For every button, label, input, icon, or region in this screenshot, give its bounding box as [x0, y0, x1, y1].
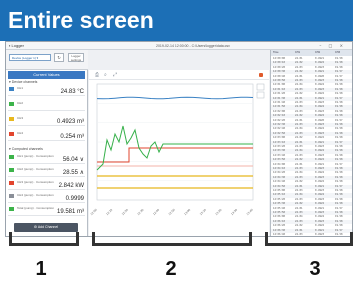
- channel-row[interactable]: CH1 (pump) · Consumption 56.04 ∨: [8, 154, 85, 164]
- channel-color-swatch: [9, 102, 14, 106]
- app-name: ▪ Logger: [9, 43, 24, 48]
- trend-chart[interactable]: 12:00 12:10 12:20 12:30 12:40 12:50 13:00 13:10…: [89, 80, 269, 237]
- channel-row[interactable]: Total (pump) · Consumption 19.581 m³: [8, 206, 85, 216]
- channel-color-swatch: [9, 87, 14, 91]
- window-controls[interactable]: – □ ×: [319, 42, 346, 50]
- channel-row[interactable]: CH1 24.83 °C: [8, 86, 85, 96]
- channel-name: CH2 (pump) · Consumption: [17, 167, 54, 171]
- callout-number: 1: [35, 258, 47, 280]
- x-tick-label: 12:40: [152, 208, 160, 216]
- print-icon[interactable]: ⎙: [95, 72, 99, 78]
- top-toolbar: Device (Logger 1) ▾ ↻ Logger settings: [6, 50, 88, 70]
- callout-number: 3: [309, 258, 321, 280]
- bracket-chart: [92, 232, 252, 246]
- row-divider: [8, 163, 85, 164]
- group-device-channels[interactable]: ▾ Device channels: [9, 80, 37, 85]
- channel-color-swatch: [9, 168, 14, 172]
- x-tick-label: 12:50: [168, 208, 176, 216]
- channel-color-swatch: [9, 181, 14, 185]
- channel-color-swatch: [9, 194, 14, 198]
- col-header[interactable]: Time: [273, 50, 278, 56]
- record-icon[interactable]: [259, 73, 263, 77]
- x-tick-label: 13:00: [183, 208, 191, 216]
- refresh-icon[interactable]: ↻: [54, 53, 64, 62]
- bracket-table: [265, 232, 353, 246]
- channel-color-swatch: [9, 117, 14, 121]
- channel-name: CH4 (pump) · Consumption: [17, 193, 54, 197]
- channel-color-swatch: [9, 207, 14, 211]
- banner-title: Entire screen: [8, 7, 154, 33]
- window-titlebar: ▪ Logger 2019-02-14 12:00:00 - C:\Users\…: [6, 42, 352, 50]
- row-divider: [8, 110, 85, 111]
- channel-name: CH1: [17, 86, 24, 90]
- data-table: Time CH1 CH2 CH3 12:00:00 24.81 0.4921 19.5…: [270, 50, 352, 236]
- search-icon[interactable]: ⌕: [104, 72, 107, 78]
- x-tick-label: 12:00: [90, 208, 98, 216]
- channel-name: CH2: [17, 101, 24, 105]
- row-divider: [8, 176, 85, 177]
- x-tick-label: 13:20: [214, 208, 222, 216]
- x-tick-label: 13:10: [199, 208, 207, 216]
- add-channel-button[interactable]: ⚙ Add Channel: [14, 223, 78, 232]
- col-header[interactable]: CH2: [315, 50, 320, 56]
- row-divider: [8, 189, 85, 190]
- x-tick-label: 12:10: [105, 208, 113, 216]
- callout-number: 2: [165, 258, 177, 280]
- row-divider: [8, 202, 85, 203]
- chart-panel: ⎙ ⌕ ⤢ 12:00 12:10 12:20 12:30 12:40 12:50 13:0…: [89, 70, 269, 237]
- app-screenshot: ▪ Logger 2019-02-14 12:00:00 - C:\Users\…: [5, 41, 353, 237]
- row-divider: [8, 140, 85, 141]
- channel-name: Total (pump) · Consumption: [17, 206, 55, 210]
- zoom-in-button: [256, 83, 265, 91]
- channel-row[interactable]: CH3 0.4923 m³: [8, 116, 85, 126]
- channel-row[interactable]: CH2 (pump) · Consumption 28.55 ∧: [8, 167, 85, 177]
- col-header[interactable]: CH3: [335, 50, 340, 56]
- window-title: 2019-02-14 12:00:00 - C:\Users\logger\da…: [156, 44, 230, 48]
- row-divider: [8, 215, 85, 216]
- chart-toolbar: ⎙ ⌕ ⤢: [89, 70, 269, 80]
- expand-icon[interactable]: ⤢: [113, 72, 117, 78]
- sidebar-header: Current Values: [8, 71, 85, 79]
- channel-color-swatch: [9, 132, 14, 136]
- channel-color-swatch: [9, 155, 14, 159]
- channel-name: CH3 (pump) · Consumption: [17, 180, 54, 184]
- settings-button[interactable]: Logger settings: [68, 53, 84, 62]
- channel-sidebar: Current Values ▾ Device channels CH1 24.8…: [6, 70, 88, 236]
- x-tick-label: 13:40: [246, 208, 254, 216]
- col-header[interactable]: CH1: [295, 50, 300, 56]
- x-tick-label: 12:30: [136, 208, 144, 216]
- channel-name: CH4: [17, 131, 24, 135]
- row-divider: [8, 125, 85, 126]
- row-divider: [8, 95, 85, 96]
- bracket-sidebar: [9, 232, 79, 246]
- group-computed-channels[interactable]: ▾ Computed channels: [9, 147, 43, 152]
- channel-row[interactable]: CH3 (pump) · Consumption 2.842 kW: [8, 180, 85, 190]
- channel-row[interactable]: CH4 0.254 m³: [8, 131, 85, 141]
- table-header: Time CH1 CH2 CH3: [271, 50, 352, 56]
- header-banner: Entire screen: [0, 0, 353, 41]
- channel-name: CH1 (pump) · Consumption: [17, 154, 54, 158]
- channel-name: CH3: [17, 116, 24, 120]
- channel-row[interactable]: CH4 (pump) · Consumption 0.9999: [8, 193, 85, 203]
- x-tick-label: 12:20: [121, 208, 129, 216]
- zoom-out-button: [256, 91, 265, 99]
- channel-row[interactable]: CH2: [8, 101, 85, 111]
- x-tick-label: 13:30: [230, 208, 238, 216]
- device-select[interactable]: Device (Logger 1) ▾: [9, 54, 51, 61]
